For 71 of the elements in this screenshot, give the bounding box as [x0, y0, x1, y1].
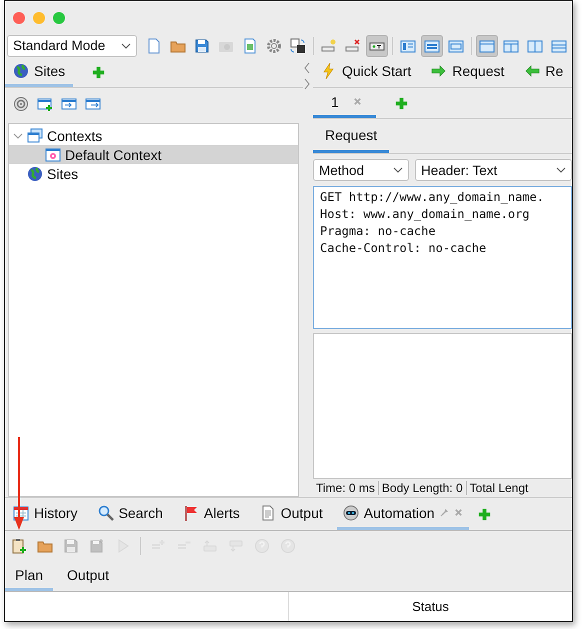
request-line: Host: www.any_domain_name.org — [320, 206, 531, 223]
windows-icon — [27, 128, 43, 144]
request-tab[interactable]: 1 — [313, 88, 376, 118]
window-icon[interactable] — [37, 96, 53, 112]
tag-icon — [321, 38, 337, 54]
workspace-tab[interactable]: Request — [423, 57, 512, 87]
spreadsheet-icon — [242, 38, 258, 54]
document-icon — [260, 504, 276, 520]
globe-icon — [13, 62, 29, 78]
swap-icon — [290, 38, 306, 54]
request-line: Cache-Control: no-cache — [320, 240, 488, 257]
target-icon[interactable] — [13, 96, 29, 112]
layout-icon — [448, 38, 464, 54]
panel-tab[interactable]: Output — [254, 498, 329, 530]
layout-button[interactable] — [476, 34, 498, 56]
globe-icon — [27, 166, 43, 182]
document-icon — [146, 38, 162, 54]
clipboard-icon — [11, 538, 27, 554]
workspace-tab[interactable]: Quick Start — [313, 57, 420, 87]
panel-tab[interactable]: Alerts — [176, 498, 246, 530]
status-text: Body Length: 0 — [378, 481, 467, 495]
panel-tab[interactable]: Search — [92, 498, 169, 530]
request-editor[interactable]: GET http://www.any_domain_name. Host: www.any_domain_name.org Pragma: no-cache Cache-Control: no-cache — [313, 186, 572, 329]
plan-tab[interactable]: Output — [57, 561, 120, 591]
gear-icon — [266, 38, 282, 54]
close-icon[interactable] — [352, 97, 362, 106]
mode-dropdown[interactable]: Standard Mode — [7, 34, 137, 56]
search-icon — [98, 504, 114, 520]
plus-icon[interactable] — [394, 96, 409, 110]
caret-icon[interactable] — [13, 130, 23, 140]
request-line: Pragma: no-cache — [320, 223, 437, 240]
flag-icon — [182, 504, 199, 520]
tag-icon — [345, 38, 361, 54]
arrow-right-icon — [431, 62, 448, 78]
layout-icon — [527, 38, 543, 54]
layout-icon — [424, 38, 440, 54]
target-window-icon — [45, 146, 61, 162]
chevron-down-icon — [393, 167, 403, 173]
layout-button[interactable] — [421, 34, 443, 56]
window-icon[interactable] — [85, 96, 101, 112]
help-icon — [254, 538, 270, 554]
zoom-window-button[interactable] — [53, 12, 65, 24]
layout-icon — [551, 38, 567, 54]
layout-icon — [479, 38, 495, 54]
help-icon — [280, 538, 296, 554]
tag-button[interactable] — [366, 34, 388, 56]
tree-item[interactable]: Sites — [9, 164, 298, 183]
window-icon[interactable] — [61, 96, 77, 112]
request-line: GET http://www.any_domain_name. — [320, 189, 545, 206]
layout-icon — [400, 38, 416, 54]
tree-item[interactable]: Default Context — [9, 145, 298, 164]
close-icon[interactable] — [454, 508, 463, 517]
close-window-button[interactable] — [13, 12, 25, 24]
robot-icon — [342, 504, 359, 520]
status-text: Time: 0 ms — [313, 481, 379, 495]
plus-icon[interactable] — [476, 506, 492, 522]
status-text: Total Lengt — [468, 481, 530, 495]
method-dropdown[interactable]: Method — [313, 159, 409, 181]
tree-item[interactable]: Contexts — [9, 126, 298, 145]
chevron-down-icon — [556, 167, 566, 173]
sites-tab[interactable]: Sites — [5, 57, 74, 87]
request-tab[interactable]: Request — [313, 119, 390, 153]
layout-icon — [503, 38, 519, 54]
panel-tab[interactable]: Automation — [336, 498, 469, 530]
arrow-left-icon — [524, 62, 540, 78]
collapse-arrows-icon[interactable] — [303, 61, 311, 91]
plus-icon[interactable] — [91, 64, 106, 80]
chevron-down-icon — [121, 42, 131, 48]
header-view-dropdown[interactable]: Header: Text — [415, 159, 572, 181]
pin-icon[interactable] — [440, 508, 449, 517]
workspace-tab[interactable]: Re — [516, 57, 572, 87]
